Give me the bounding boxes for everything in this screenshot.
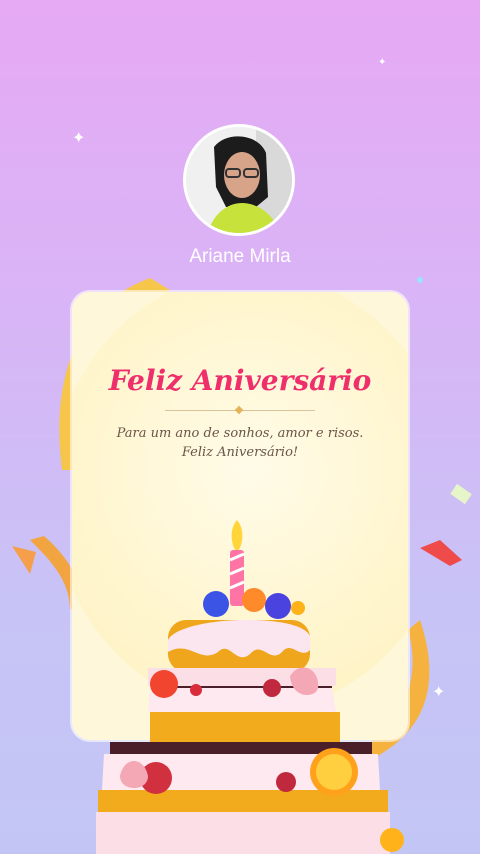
birthday-cake-illustration	[96, 520, 404, 854]
